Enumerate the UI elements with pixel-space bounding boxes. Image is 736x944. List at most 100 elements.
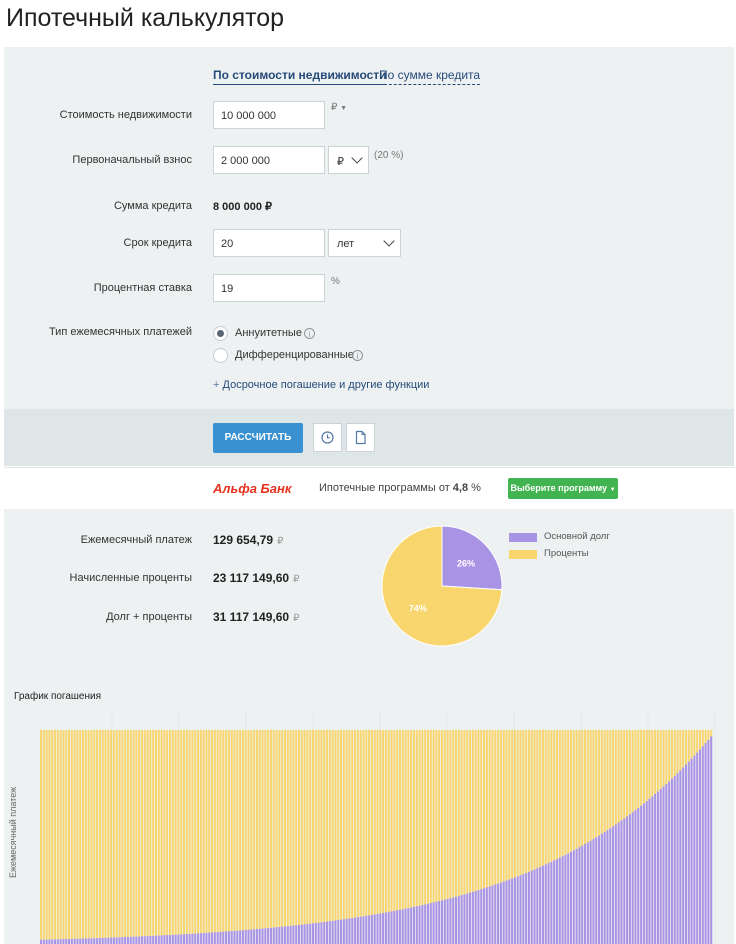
bar-principal	[140, 936, 143, 944]
bar-principal	[623, 818, 626, 944]
bar-principal	[513, 877, 516, 944]
bar-principal	[561, 856, 564, 944]
bar-principal	[673, 775, 676, 944]
bar-interest	[547, 730, 550, 864]
tab-by-loan[interactable]: По сумме кредита	[379, 68, 481, 85]
bar-interest	[183, 730, 186, 935]
info-icon[interactable]: i	[352, 350, 363, 361]
bar-interest	[494, 730, 497, 885]
bar-interest	[121, 730, 124, 938]
bar-principal	[289, 925, 292, 944]
bar-principal	[98, 937, 101, 944]
bar-interest	[197, 730, 200, 934]
bar-principal	[477, 890, 480, 944]
bar-principal	[474, 890, 477, 944]
bar-interest	[438, 730, 441, 902]
bar-principal	[76, 938, 79, 944]
bar-principal	[171, 934, 174, 944]
bar-interest	[469, 730, 472, 893]
bar-interest	[435, 730, 438, 902]
early-repayment-link[interactable]: + Досрочное погашение и другие функции	[213, 379, 429, 391]
bar-principal	[42, 939, 45, 944]
bar-interest	[365, 730, 368, 916]
term-unit-select[interactable]: лет	[328, 229, 401, 257]
bar-principal	[54, 939, 57, 944]
bar-principal	[698, 749, 701, 944]
bar-principal	[589, 840, 592, 944]
bar-principal	[525, 872, 528, 944]
bar-interest	[398, 730, 401, 910]
bar-principal	[631, 812, 634, 944]
down-payment-unit-select[interactable]: ₽	[328, 146, 369, 174]
bar-principal	[676, 773, 679, 944]
total-amount: 31 117 149,60	[213, 610, 290, 624]
bar-principal	[491, 885, 494, 944]
bar-interest	[286, 730, 289, 927]
bar-interest	[40, 730, 43, 940]
bar-principal	[45, 939, 48, 944]
bar-interest	[132, 730, 135, 937]
radio-differentiated[interactable]	[213, 348, 228, 363]
term-input[interactable]: 20	[213, 229, 325, 257]
bar-principal	[255, 929, 258, 944]
bar-interest	[146, 730, 149, 937]
bar-interest	[278, 730, 281, 927]
bar-interest	[522, 730, 525, 875]
rate-input[interactable]: 19	[213, 274, 325, 302]
bar-principal	[390, 911, 393, 944]
tab-by-price[interactable]: По стоимости недвижимости	[213, 68, 387, 85]
bar-interest	[331, 730, 334, 921]
bar-principal	[163, 935, 166, 944]
bar-principal	[654, 793, 657, 944]
history-button[interactable]	[313, 423, 342, 452]
bar-principal	[553, 860, 556, 944]
document-icon	[355, 430, 366, 445]
bar-principal	[494, 884, 497, 944]
bar-interest	[519, 730, 522, 876]
bar-principal	[690, 758, 693, 944]
bar-interest	[241, 730, 244, 931]
bar-interest	[659, 730, 662, 790]
bar-principal	[219, 931, 222, 944]
bar-principal	[373, 914, 376, 944]
bar-principal	[59, 939, 62, 944]
bar-principal	[648, 798, 651, 944]
bar-principal	[398, 909, 401, 944]
bar-principal	[323, 921, 326, 944]
bar-principal	[152, 935, 155, 944]
radio-annuity[interactable]	[213, 326, 228, 341]
bar-principal	[168, 934, 172, 944]
calculate-button[interactable]: РАССЧИТАТЬ	[213, 423, 303, 453]
document-button[interactable]	[346, 423, 375, 452]
bar-principal	[118, 937, 121, 944]
bar-interest	[281, 730, 284, 927]
bar-principal	[651, 796, 654, 944]
bar-principal	[297, 924, 301, 944]
bar-interest	[143, 730, 146, 937]
bar-interest	[626, 730, 629, 817]
price-currency-dropdown[interactable]: ₽ ▼	[331, 102, 347, 113]
bar-interest	[219, 730, 222, 932]
bar-principal	[110, 937, 113, 944]
bar-principal	[452, 897, 455, 944]
bank-logo[interactable]: Альфа Банк	[213, 481, 291, 496]
bar-interest	[614, 730, 617, 825]
bar-principal	[180, 934, 183, 944]
price-input[interactable]: 10 000 000	[213, 101, 325, 129]
bar-interest	[443, 730, 446, 900]
bar-principal	[606, 830, 609, 944]
bar-principal	[527, 871, 530, 944]
bar-principal	[269, 927, 272, 944]
info-icon[interactable]: i	[304, 328, 315, 339]
bar-interest	[342, 730, 345, 920]
bar-interest	[640, 730, 643, 806]
select-program-button[interactable]: Выберите программу ▼	[508, 478, 618, 499]
bar-interest	[208, 730, 211, 933]
bar-principal	[483, 888, 486, 944]
bar-interest	[295, 730, 298, 926]
chevron-down-icon	[383, 235, 395, 247]
bar-interest	[598, 730, 601, 836]
bar-principal	[112, 937, 115, 944]
bar-interest	[250, 730, 253, 930]
down-payment-input[interactable]: 2 000 000	[213, 146, 325, 174]
